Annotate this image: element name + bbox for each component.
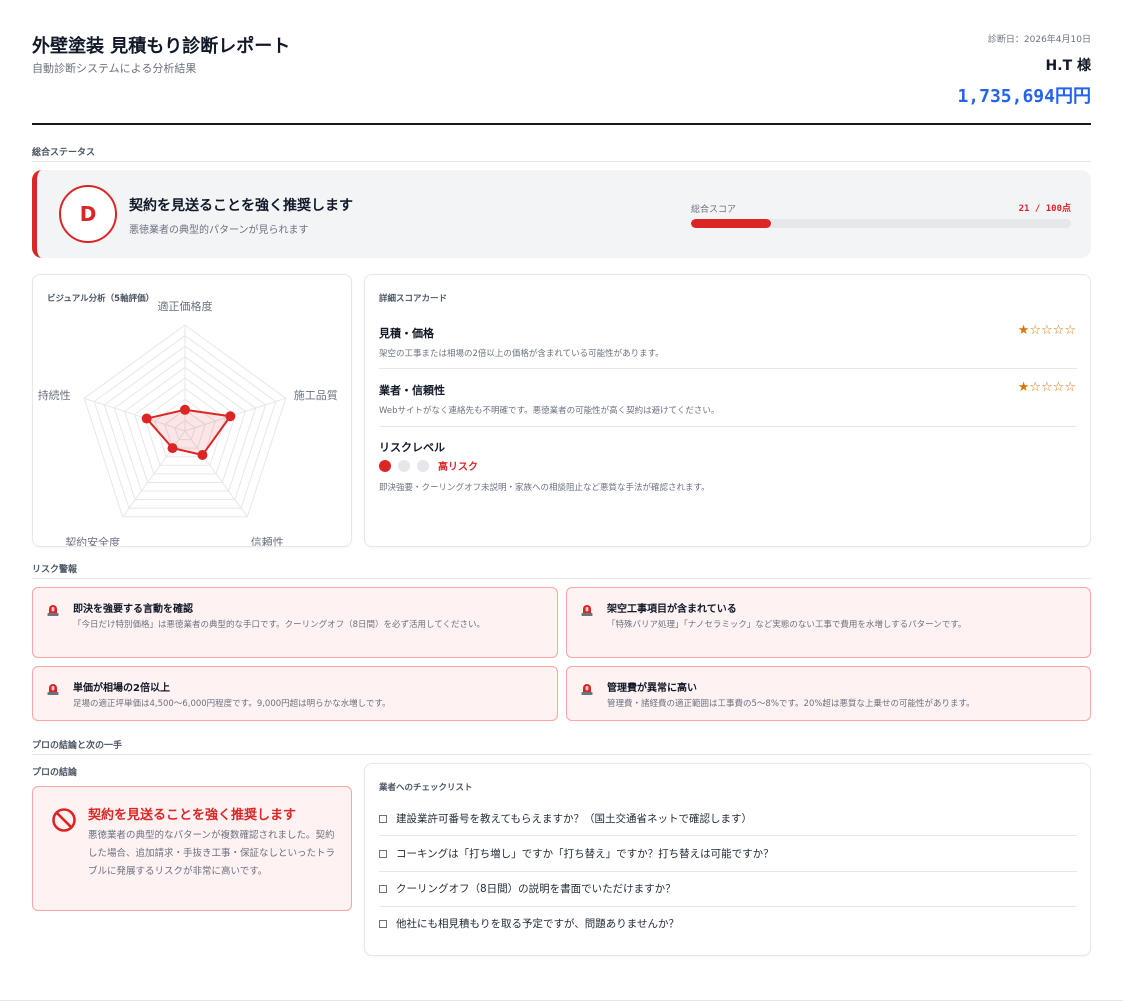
alert-title: 即決を強要する言動を確認 [73, 604, 193, 615]
grade-badge: D [59, 185, 117, 243]
alert-desc: 足場の適正坪単価は4,500〜6,000円程度です。9,000円超は明らかな水増… [73, 699, 391, 709]
status-subtitle: 悪徳業者の典型的パターンが見られます [129, 225, 309, 236]
checklist-divider [379, 906, 1077, 907]
checklist-label: 業者へのチェックリスト [379, 783, 473, 793]
siren-icon [581, 605, 593, 616]
radar-card: ビジュアル分析（5軸評価） 適正価格度 施工品質 信頼性 契約安全度 持続性 [32, 274, 352, 547]
risk-dot [417, 459, 429, 472]
alert-desc: 「特殊バリア処理」「ナノセラミック」など実態のない工事で費用を水増しするパターン… [607, 620, 967, 630]
checklist-item-text: コーキングは「打ち増し」ですか「打ち替え」ですか？打ち替えは可能ですか？ [396, 848, 774, 860]
radar-axis-label: 適正価格度 [158, 299, 213, 313]
radar-data-point [141, 413, 152, 424]
section-label-alerts: リスク警報 [32, 565, 78, 575]
detail-item-desc: Webサイトがなく連絡先も不明確です。悪徳業者の可能性が高く契約は避けてください… [379, 406, 720, 416]
checklist-item[interactable]: コーキングは「打ち増し」ですか「打ち替え」ですか？打ち替えは可能ですか？ [379, 846, 774, 861]
section-divider [32, 578, 1091, 579]
alert-card: 即決を強要する言動を確認 「今日だけ特別価格」は悪徳業者の典型的な手口です。クー… [32, 587, 558, 658]
checklist-card: 業者へのチェックリスト 建設業許可番号を教えてもらえますか？（国土交通省ネットで… [364, 763, 1091, 956]
section-label-overall: 総合ステータス [32, 148, 96, 158]
checkbox-icon[interactable] [379, 814, 387, 823]
diagnosis-date: 診断日：2026年4月10日 [987, 35, 1091, 45]
radar-data-point [167, 443, 178, 454]
detail-item-title: 業者・信頼性 [379, 384, 445, 397]
radar-axis-label: 契約安全度 [65, 535, 120, 546]
radar-axis-label: 持続性 [38, 388, 71, 402]
report-header: 外壁塗装 見積もり診断レポート 自動診断システムによる分析結果 診断日：2026… [32, 30, 1091, 122]
customer-name: H.T 様 [1045, 58, 1091, 74]
section-divider [32, 754, 1091, 755]
star-rating: ★☆☆☆☆ [1017, 323, 1076, 338]
radar-axis-label: 信頼性 [251, 535, 284, 546]
detail-score-card: 詳細スコアカード 見積・価格 ★☆☆☆☆ 架空の工事または相場の2倍以上の価格が… [364, 274, 1091, 547]
prohibited-icon [52, 808, 76, 832]
alert-desc: 「今日だけ特別価格」は悪徳業者の典型的な手口です。クーリングオフ（8日間）を必ず… [73, 620, 486, 630]
risk-level-text: 高リスク [438, 462, 478, 473]
alert-card: 管理費が異常に高い 管理費・諸経費の適正範囲は工事費の5〜8%です。20%超は悪… [566, 666, 1091, 721]
radar-series-area [144, 408, 233, 457]
risk-level-desc: 即決強要・クーリングオフ未説明・家族への相談阻止など悪質な手法が確認されます。 [379, 483, 710, 493]
page-title: 外壁塗装 見積もり診断レポート [32, 36, 291, 57]
checklist-item-text: 建設業許可番号を教えてもらえますか？（国土交通省ネットで確認します） [396, 813, 752, 825]
score-bar [691, 219, 1071, 228]
risk-dot [398, 459, 410, 472]
checklist-item[interactable]: 建設業許可番号を教えてもらえますか？（国土交通省ネットで確認します） [379, 811, 752, 826]
siren-icon [581, 684, 593, 695]
siren-icon [47, 684, 59, 695]
page-subtitle: 自動診断システムによる分析結果 [32, 62, 197, 75]
radar-chart: 適正価格度施工品質信頼性 契約安全度 持続性 [38, 299, 338, 546]
alert-desc: 管理費・諸経費の適正範囲は工事費の5〜8%です。20%超は悪質な上乗せの可能性が… [607, 699, 975, 709]
checkbox-icon[interactable] [379, 884, 387, 893]
overall-status-card: D 契約を見送ることを強く推奨します 悪徳業者の典型的パターンが見られます 総合… [32, 170, 1091, 258]
alert-title: 単価が相場の2倍以上 [73, 683, 170, 694]
risk-level-title: リスクレベル [379, 441, 445, 454]
score-bar-fill [691, 219, 771, 228]
detail-divider [379, 426, 1077, 427]
alert-title: 架空工事項目が含まれている [607, 604, 737, 615]
checklist-item[interactable]: 他社にも相見積もりを取る予定ですが、問題ありませんか？ [379, 916, 679, 931]
radar-data-point [197, 450, 208, 461]
siren-icon [47, 605, 59, 616]
radar-data-point [225, 411, 236, 422]
status-title: 契約を見送ることを強く推奨します [129, 198, 353, 214]
star-rating: ★☆☆☆☆ [1017, 380, 1076, 395]
header-divider [32, 123, 1091, 125]
score-label: 総合スコア [691, 205, 737, 215]
section-divider [32, 161, 1091, 162]
checkbox-icon[interactable] [379, 849, 387, 858]
checklist-divider [379, 835, 1077, 836]
checklist-divider [379, 871, 1077, 872]
detail-divider [379, 368, 1077, 369]
estimate-price: 1,735,694円円 [957, 86, 1091, 107]
risk-level-indicator: 高リスク [379, 458, 478, 473]
radar-axis-label: 施工品質 [294, 388, 338, 402]
conclusion-card: 契約を見送ることを強く推奨します 悪徳業者の典型的なパターンが複数確認されました… [32, 786, 352, 911]
footer-divider [0, 1000, 1123, 1001]
conclusion-sub-label: プロの結論 [32, 768, 78, 778]
alert-card: 単価が相場の2倍以上 足場の適正坪単価は4,500〜6,000円程度です。9,0… [32, 666, 558, 721]
risk-dot [379, 459, 391, 472]
checklist-item-text: 他社にも相見積もりを取る予定ですが、問題ありませんか？ [396, 918, 679, 930]
detail-card-label: 詳細スコアカード [379, 294, 448, 304]
alert-title: 管理費が異常に高い [607, 683, 697, 694]
score-value: 21 / 100点 [1018, 204, 1071, 214]
radar-data-point [180, 404, 190, 415]
checkbox-icon[interactable] [379, 919, 387, 928]
checklist-item-text: クーリングオフ（8日間）の説明を書面でいただけますか？ [396, 883, 676, 895]
alert-card: 架空工事項目が含まれている 「特殊バリア処理」「ナノセラミック」など実態のない工… [566, 587, 1091, 658]
conclusion-title: 契約を見送ることを強く推奨します [88, 808, 297, 823]
detail-item-title: 見積・価格 [379, 327, 434, 340]
checklist-item[interactable]: クーリングオフ（8日間）の説明を書面でいただけますか？ [379, 881, 676, 896]
detail-item-desc: 架空の工事または相場の2倍以上の価格が含まれている可能性があります。 [379, 349, 664, 359]
conclusion-desc: 悪徳業者の典型的なパターンが複数確認されました。契約した場合、追加請求・手抜き工… [88, 830, 336, 877]
section-label-conclusion: プロの結論と次の一手 [32, 741, 123, 751]
